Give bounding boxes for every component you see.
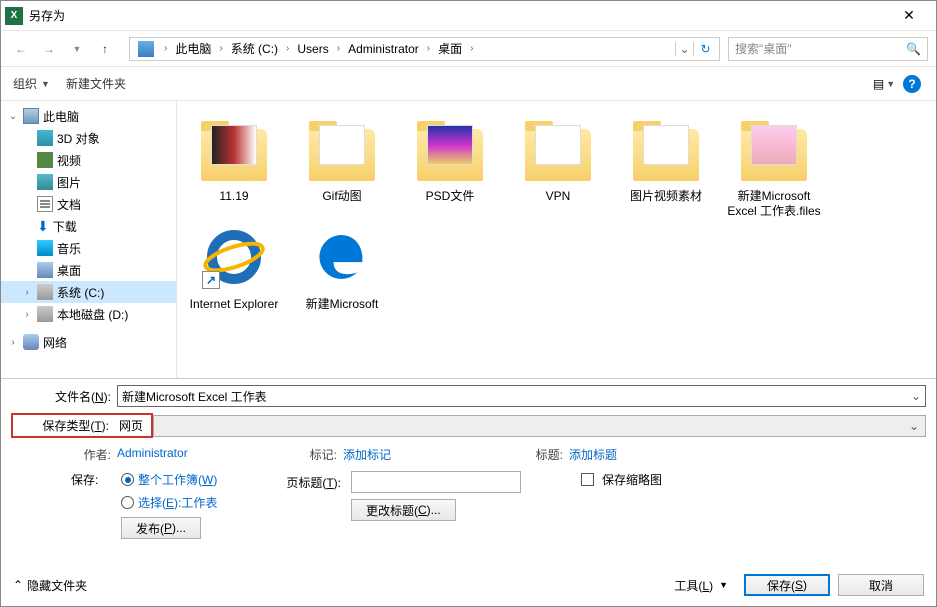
filetype-label: 保存类型(T): — [15, 417, 115, 434]
close-button[interactable]: ✕ — [886, 1, 932, 31]
radio-selection-label[interactable]: 选择(E):工作表 — [138, 494, 217, 511]
crumb-users[interactable]: Users — [293, 38, 332, 60]
chevron-right-icon[interactable]: › — [160, 43, 171, 54]
pagetitle-input[interactable] — [351, 471, 521, 493]
save-label: 保存: — [71, 471, 117, 488]
file-item[interactable]: ↗Internet Explorer — [181, 221, 287, 312]
sidebar-item-video[interactable]: 视频 — [1, 149, 176, 171]
tags-label: 标记: — [287, 446, 343, 463]
chevron-right-icon[interactable]: › — [423, 43, 434, 54]
sidebar-item-desktop[interactable]: 桌面 — [1, 259, 176, 281]
radio-whole-workbook-label[interactable]: 整个工作簿(W) — [138, 471, 217, 488]
excel-icon: X — [5, 7, 23, 25]
search-input[interactable]: 搜索"桌面" 🔍 — [728, 37, 928, 61]
search-placeholder: 搜索"桌面" — [735, 40, 792, 57]
sidebar-item-3d[interactable]: 3D 对象 — [1, 127, 176, 149]
file-item[interactable]: PSD文件 — [397, 113, 503, 219]
author-value[interactable]: Administrator — [117, 446, 287, 463]
file-item[interactable]: 11.19 — [181, 113, 287, 219]
footer: ⌃隐藏文件夹 工具(L)▼ 保存(S) 取消 — [1, 564, 936, 606]
cancel-button[interactable]: 取消 — [838, 574, 924, 596]
save-button[interactable]: 保存(S) — [744, 574, 830, 596]
edge-icon — [306, 221, 378, 293]
crumb-admin[interactable]: Administrator — [344, 38, 423, 60]
filetype-highlight: 保存类型(T): 网页 — [11, 413, 153, 438]
filename-input[interactable]: 新建Microsoft Excel 工作表⌄ — [117, 385, 926, 407]
chevron-right-icon[interactable]: › — [466, 43, 477, 54]
sidebar-item-music[interactable]: 音乐 — [1, 237, 176, 259]
chevron-right-icon[interactable]: › — [282, 43, 293, 54]
titlef-value[interactable]: 添加标题 — [569, 446, 739, 463]
ie-icon: ↗ — [198, 221, 270, 293]
pagetitle-label: 页标题(T): — [281, 474, 347, 491]
radio-selection[interactable] — [121, 496, 134, 509]
filetype-value-in-box: 网页 — [115, 417, 147, 434]
sidebar-item-network[interactable]: ›网络 — [1, 331, 176, 353]
organize-button[interactable]: 组织▼ — [13, 75, 50, 92]
titlef-label: 标题: — [513, 446, 569, 463]
crumb-desktop[interactable]: 桌面 — [434, 38, 466, 60]
hide-folders-toggle[interactable]: ⌃隐藏文件夹 — [13, 577, 87, 594]
up-button[interactable]: ↑ — [93, 37, 117, 61]
thumbnail-checkbox[interactable] — [581, 473, 594, 486]
sidebar-item-ddrive[interactable]: ›本地磁盘 (D:) — [1, 303, 176, 325]
sidebar-item-cdrive[interactable]: ›系统 (C:) — [1, 281, 176, 303]
file-item[interactable]: 图片视频素材 — [613, 113, 719, 219]
author-label: 作者: — [61, 446, 117, 463]
toolbar: 组织▼ 新建文件夹 ▤▼ ? — [1, 67, 936, 101]
sidebar-item-pc[interactable]: ⌄此电脑 — [1, 105, 176, 127]
filetype-select[interactable]: ⌄ — [153, 415, 926, 437]
file-item[interactable]: 新建Microsoft — [289, 221, 395, 312]
sidebar-item-docs[interactable]: 文档 — [1, 193, 176, 215]
window-title: 另存为 — [29, 7, 886, 24]
download-icon: ⬇ — [37, 218, 49, 235]
change-title-button[interactable]: 更改标题(C)... — [351, 499, 456, 521]
file-item[interactable]: 新建Microsoft Excel 工作表.files — [721, 113, 827, 219]
radio-whole-workbook[interactable] — [121, 473, 134, 486]
file-item[interactable]: Gif动图 — [289, 113, 395, 219]
chevron-right-icon[interactable]: › — [215, 43, 226, 54]
sidebar-item-pictures[interactable]: 图片 — [1, 171, 176, 193]
main-area: ⌄此电脑 3D 对象 视频 图片 文档 ⬇下载 音乐 桌面 ›系统 (C:) ›… — [1, 101, 936, 379]
shortcut-icon: ↗ — [202, 271, 220, 289]
title-bar: X 另存为 ✕ — [1, 1, 936, 31]
file-item[interactable]: VPN — [505, 113, 611, 219]
view-button[interactable]: ▤▼ — [872, 72, 896, 96]
bottom-panel: 文件名(N): 新建Microsoft Excel 工作表⌄ 保存类型(T): … — [1, 379, 936, 539]
chevron-down-icon[interactable]: ⌄ — [909, 419, 919, 433]
forward-button: → — [37, 37, 61, 61]
file-list: 11.19 Gif动图 PSD文件 VPN 图片视频素材 新建Microsoft… — [177, 101, 936, 378]
sidebar: ⌄此电脑 3D 对象 视频 图片 文档 ⬇下载 音乐 桌面 ›系统 (C:) ›… — [1, 101, 177, 378]
recent-dropdown[interactable]: ▼ — [65, 37, 89, 61]
back-button[interactable]: ← — [9, 37, 33, 61]
nav-row: ← → ▼ ↑ › 此电脑 › 系统 (C:) › Users › Admini… — [1, 31, 936, 67]
chevron-down-icon[interactable]: ⌄ — [911, 389, 921, 403]
path-dropdown[interactable]: ⌄ — [675, 42, 693, 56]
pc-icon — [138, 41, 154, 57]
publish-button[interactable]: 发布(P)... — [121, 517, 201, 539]
search-icon[interactable]: 🔍 — [906, 42, 921, 56]
tools-button[interactable]: 工具(L)▼ — [674, 577, 728, 594]
sidebar-item-downloads[interactable]: ⬇下载 — [1, 215, 176, 237]
help-button[interactable]: ? — [900, 72, 924, 96]
breadcrumb[interactable]: › 此电脑 › 系统 (C:) › Users › Administrator … — [129, 37, 720, 61]
chevron-up-icon: ⌃ — [13, 578, 23, 592]
thumbnail-label: 保存缩略图 — [602, 471, 662, 488]
chevron-right-icon[interactable]: › — [333, 43, 344, 54]
filename-label: 文件名(N): — [11, 388, 117, 405]
refresh-button[interactable]: ↻ — [693, 42, 717, 56]
crumb-pc[interactable]: 此电脑 — [171, 38, 215, 60]
tags-value[interactable]: 添加标记 — [343, 446, 513, 463]
crumb-cdrive[interactable]: 系统 (C:) — [227, 38, 282, 60]
new-folder-button[interactable]: 新建文件夹 — [66, 75, 126, 92]
